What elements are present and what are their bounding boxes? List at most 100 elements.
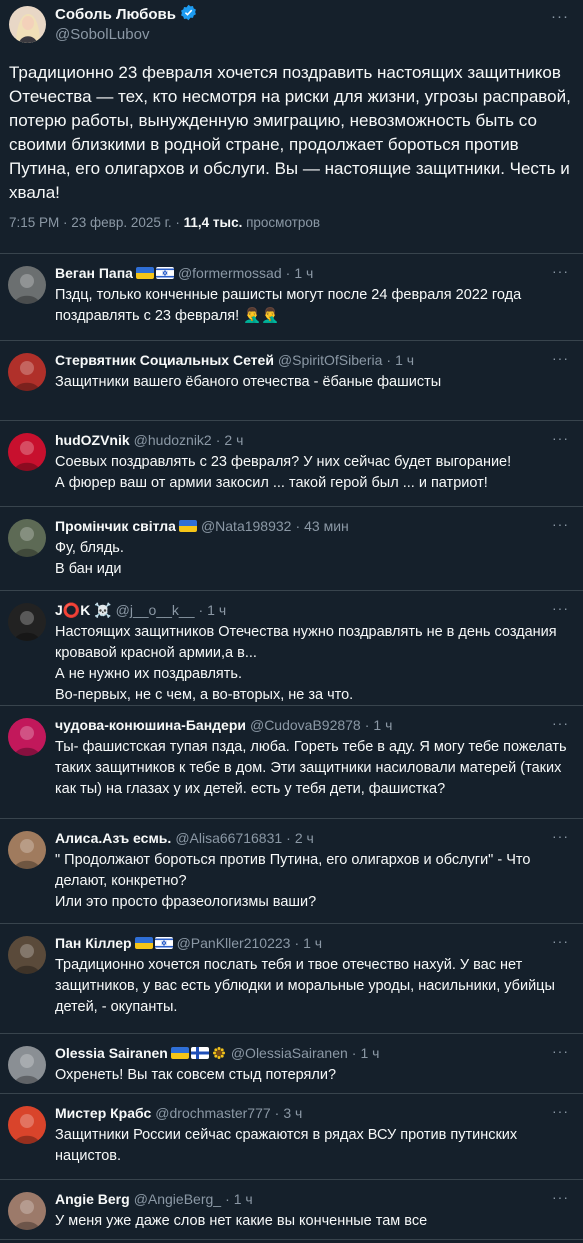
reply-text: Ты- фашистская тупая пзда, люба. Гореть … — [55, 739, 567, 797]
author-name[interactable]: Соболь Любовь — [55, 6, 176, 24]
avatar[interactable] — [8, 353, 46, 391]
separator-dot: · — [295, 518, 301, 534]
avatar[interactable] — [8, 519, 46, 557]
avatar[interactable] — [8, 266, 46, 304]
replies-list: Веган Папа @formermossad · 1 ч Пздц, только … — [0, 254, 583, 1240]
reply-tweet[interactable]: Стервятник Социальных Сетей @SpiritOfSibe… — [0, 341, 583, 421]
verified-badge-icon — [180, 4, 197, 26]
avatar[interactable] — [8, 1046, 46, 1084]
avatar[interactable] — [8, 603, 46, 641]
reply-timestamp[interactable]: 1 ч — [294, 264, 313, 282]
main-tweet: Соболь Любовь @SobolLubov ··· Традиционн… — [0, 0, 583, 254]
reply-timestamp[interactable]: 1 ч — [303, 934, 322, 952]
reply-author-handle[interactable]: @SpiritOfSiberia — [278, 351, 382, 369]
reply-author-name[interactable]: hudOZVnik — [55, 431, 130, 449]
reply-timestamp[interactable]: 2 ч — [295, 829, 314, 847]
more-options-icon[interactable]: ··· — [552, 600, 569, 616]
avatar[interactable] — [8, 831, 46, 869]
more-options-icon[interactable]: ··· — [552, 715, 569, 731]
author-handle[interactable]: @SobolLubov — [55, 26, 197, 44]
flag-emojis-icon — [134, 937, 173, 949]
more-options-icon[interactable]: ··· — [552, 1043, 569, 1059]
more-options-icon[interactable]: ··· — [552, 1189, 569, 1205]
reply-author-handle[interactable]: @formermossad — [178, 264, 282, 282]
reply-tweet[interactable]: J⭕K ☠️ @j__o__k__ · 1 ч Настоящих защитников… — [0, 591, 583, 706]
reply-timestamp[interactable]: 1 ч — [207, 601, 226, 619]
more-options-icon[interactable]: ··· — [551, 8, 569, 25]
reply-author-name[interactable]: Алиса.Азъ есмь. — [55, 829, 171, 847]
reply-author-handle[interactable]: @hudoznik2 — [134, 431, 212, 449]
reply-author-handle[interactable]: @drochmaster777 — [155, 1104, 270, 1122]
flag-emojis-icon — [135, 267, 174, 279]
reply-text: Защитники вашего ёбаного отечества - ёба… — [55, 374, 442, 390]
flag-emojis-icon — [178, 520, 197, 532]
reply-timestamp[interactable]: 1 ч — [373, 716, 392, 734]
reply-text: Традиционно хочется послать тебя и твое … — [55, 957, 555, 1015]
separator-dot: · — [386, 352, 392, 368]
reply-text: " Продолжают бороться против Путина, его… — [55, 852, 531, 910]
reply-text: Защитники России сейчас сражаются в ряда… — [55, 1127, 518, 1164]
reply-timestamp[interactable]: 3 ч — [283, 1104, 302, 1122]
reply-tweet[interactable]: Пан Кіллер @PanKller210223 · 1 ч Традиционно… — [0, 924, 583, 1034]
reply-author-name[interactable]: Промінчик світла — [55, 517, 176, 535]
reply-author-handle[interactable]: @OlessiaSairanen — [231, 1044, 348, 1062]
reply-timestamp[interactable]: 2 ч — [224, 431, 243, 449]
tweet-text: Традиционно 23 февраля хочется поздравит… — [9, 63, 571, 202]
reply-tweet[interactable]: Angie Berg @AngieBerg_ · 1 ч У меня уже даже… — [0, 1180, 583, 1240]
reply-author-name[interactable]: Пан Кіллер — [55, 934, 132, 952]
view-count: 11,4 тыс. — [183, 215, 243, 230]
more-options-icon[interactable]: ··· — [552, 933, 569, 949]
separator-dot: · — [364, 717, 370, 733]
reply-text: Фу, блядь. В бан иди — [55, 540, 124, 577]
reply-timestamp[interactable]: 1 ч — [234, 1190, 253, 1208]
reply-author-name[interactable]: Olessia Sairanen — [55, 1044, 168, 1062]
reply-author-name[interactable]: Мистер Крабс — [55, 1104, 151, 1122]
more-options-icon[interactable]: ··· — [552, 1103, 569, 1119]
reply-tweet[interactable]: чудова-конюшина-Бандери @CudovaB92878 · 1 ч… — [0, 706, 583, 819]
reply-text: Охренеть! Вы так совсем стыд потеряли? — [55, 1067, 337, 1083]
reply-author-handle[interactable]: @Nata198932 — [201, 517, 292, 535]
reply-timestamp[interactable]: 1 ч — [360, 1044, 379, 1062]
reply-author-name[interactable]: чудова-конюшина-Бандери — [55, 716, 246, 734]
avatar[interactable] — [8, 1106, 46, 1144]
separator-dot: · — [198, 602, 204, 618]
reply-tweet[interactable]: Olessia Sairanen @OlessiaSairanen · 1 ч Охре… — [0, 1034, 583, 1094]
reply-tweet[interactable]: Промінчик світла @Nata198932 · 43 мин Фу, бл… — [0, 507, 583, 591]
more-options-icon[interactable]: ··· — [552, 263, 569, 279]
reply-tweet[interactable]: Алиса.Азъ есмь. @Alisa66716831 · 2 ч " Продо… — [0, 819, 583, 924]
reply-author-name[interactable]: Веган Папа — [55, 264, 133, 282]
reply-author-handle[interactable]: @PanKller210223 — [177, 934, 291, 952]
avatar[interactable] — [8, 936, 46, 974]
separator-dot: · — [215, 432, 221, 448]
reply-tweet[interactable]: hudOZVnik @hudoznik2 · 2 ч Соевых поздравлят… — [0, 421, 583, 507]
flag-emojis-icon — [170, 1047, 227, 1059]
more-options-icon[interactable]: ··· — [552, 828, 569, 844]
separator-dot: · — [285, 265, 291, 281]
main-tweet-header: Соболь Любовь @SobolLubov ··· — [9, 0, 571, 44]
reply-author-handle[interactable]: @CudovaB92878 — [250, 716, 361, 734]
reply-author-name[interactable]: J⭕K ☠️ — [55, 601, 112, 619]
reply-author-handle[interactable]: @Alisa66716831 — [175, 829, 282, 847]
reply-timestamp[interactable]: 43 мин — [304, 517, 349, 535]
reply-text: Настоящих защитников Отечества нужно поз… — [55, 624, 557, 703]
more-options-icon[interactable]: ··· — [552, 516, 569, 532]
avatar[interactable] — [8, 1192, 46, 1230]
reply-tweet[interactable]: Веган Папа @formermossad · 1 ч Пздц, только … — [0, 254, 583, 341]
separator-dot: · — [351, 1045, 357, 1061]
more-options-icon[interactable]: ··· — [552, 350, 569, 366]
reply-timestamp[interactable]: 1 ч — [395, 351, 414, 369]
reply-author-name[interactable]: Стервятник Социальных Сетей — [55, 351, 274, 369]
reply-author-handle[interactable]: @AngieBerg_ — [134, 1190, 221, 1208]
reply-tweet[interactable]: Мистер Крабс @drochmaster777 · 3 ч Защитники… — [0, 1094, 583, 1180]
reply-author-handle[interactable]: @j__o__k__ — [116, 601, 195, 619]
avatar[interactable] — [9, 5, 46, 43]
tweet-timestamp[interactable]: 7:15 PM · 23 февр. 2025 г. · — [9, 215, 184, 230]
views-label: просмотров — [246, 215, 321, 230]
more-options-icon[interactable]: ··· — [552, 430, 569, 446]
separator-dot: · — [286, 830, 291, 846]
reply-text: Пздц, только конченные рашисты могут пос… — [55, 287, 522, 324]
separator-dot: · — [294, 935, 300, 951]
avatar[interactable] — [8, 433, 46, 471]
avatar[interactable] — [8, 718, 46, 756]
reply-author-name[interactable]: Angie Berg — [55, 1190, 130, 1208]
